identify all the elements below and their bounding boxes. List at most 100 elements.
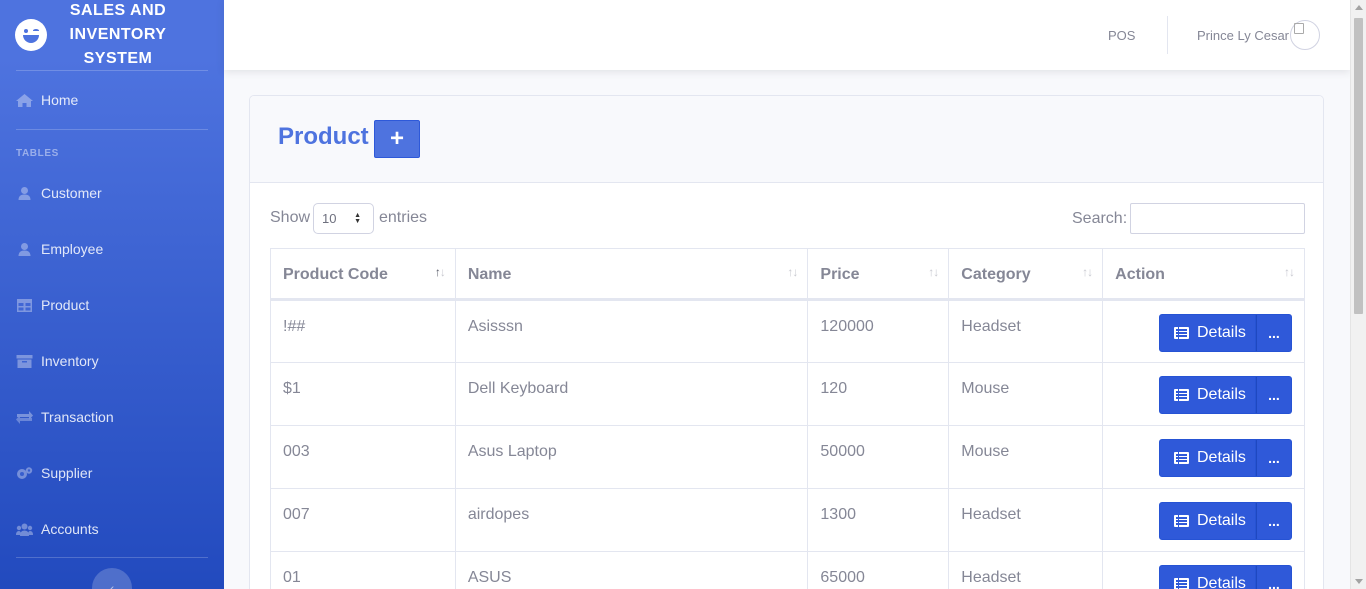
cell-price: 120000 [807,299,950,363]
cell-price: 65000 [807,551,950,589]
sidebar-item-product[interactable]: Product [0,277,224,333]
sidebar-item-supplier[interactable]: Supplier [0,445,224,501]
search-input[interactable] [1130,203,1305,234]
sort-icon: ↑↓ [787,265,798,279]
user-icon [18,242,31,256]
sidebar-toggle-button[interactable]: ‹ [92,568,132,589]
column-header-name[interactable]: Name ↑↓ [454,248,809,301]
action-button-group: Details ... [1159,376,1292,414]
sidebar-item-label: Accounts [41,521,99,537]
sidebar-item-inventory[interactable]: Inventory [0,333,224,389]
search-label: Search: [1072,210,1128,227]
cell-action: Details ... [1102,299,1305,363]
home-icon [16,93,33,107]
sidebar-item-accounts[interactable]: Accounts [0,501,224,557]
user-icon [18,186,31,200]
sort-icon: ↑↓ [928,265,939,279]
cell-price: 1300 [807,488,950,552]
details-button[interactable]: Details [1159,314,1256,352]
cell-price: 50000 [807,425,950,489]
cell-action: Details ... [1102,362,1305,426]
table-icon [17,298,32,312]
cell-product-code: 003 [270,425,456,489]
more-options-button[interactable]: ... [1256,565,1292,589]
product-card: Product + Show 10 ▲ ▼ entries Search: Pro… [249,95,1324,589]
scrollbar[interactable] [1350,0,1366,589]
pos-link[interactable]: POS [1108,28,1135,43]
column-header-action[interactable]: Action ↑↓ [1102,248,1305,301]
sidebar-item-label: Supplier [41,465,93,481]
action-button-group: Details ... [1159,565,1292,589]
cogs-icon [17,466,33,479]
table-row: !## Asisssn 120000 Headset Details ... [270,299,1305,363]
card-header: Product + [250,96,1323,183]
table-header-row: Product Code ↑↓ Name ↑↓ Price ↑↓ Category ↑↓… [270,248,1305,301]
sidebar-item-label: Transaction [41,409,114,425]
sidebar-item-customer[interactable]: Customer [0,165,224,221]
column-header-product-code[interactable]: Product Code ↑↓ [270,248,456,301]
avatar[interactable] [1290,20,1320,50]
sidebar: SALES AND INVENTORY SYSTEM Home TABLES C… [0,0,224,589]
table-row: 007 airdopes 1300 Headset Details ... [270,488,1305,552]
page-length-select[interactable]: 10 ▲ ▼ [313,203,374,234]
chevron-left-icon: ‹ [109,580,115,589]
details-button[interactable]: Details [1159,439,1256,477]
details-button[interactable]: Details [1159,502,1256,540]
sidebar-heading: TABLES [16,148,59,159]
cell-product-code: $1 [270,362,456,426]
select-caret-icon: ▲ ▼ [354,212,361,225]
list-alt-icon [1174,452,1189,464]
sidebar-item-label: Inventory [41,353,99,369]
sidebar-item-label: Product [41,297,90,313]
more-options-button[interactable]: ... [1256,439,1292,477]
list-alt-icon [1174,515,1189,527]
page-length-value: 10 [322,211,337,226]
cell-price: 120 [807,362,950,426]
column-header-category[interactable]: Category ↑↓ [948,248,1104,301]
cell-name: Asisssn [454,299,809,363]
sidebar-item-transaction[interactable]: Transaction [0,389,224,445]
cell-product-code: 007 [270,488,456,552]
list-alt-icon [1174,327,1189,339]
sidebar-divider [16,557,208,558]
page-title: Product [278,123,369,150]
cell-name: ASUS [454,551,809,589]
brand[interactable]: SALES AND INVENTORY SYSTEM [0,0,224,70]
column-header-price[interactable]: Price ↑↓ [807,248,950,301]
more-options-button[interactable]: ... [1256,314,1292,352]
list-alt-icon [1174,578,1189,589]
cell-name: Asus Laptop [454,425,809,489]
table-row: 01 ASUS 65000 Headset Details ... [270,551,1305,589]
archive-icon [16,354,33,368]
more-options-button[interactable]: ... [1256,502,1292,540]
show-label: Show [270,209,311,226]
sort-icon: ↑↓ [1082,265,1093,279]
brand-title: SALES AND INVENTORY SYSTEM [69,2,167,67]
scroll-up-icon[interactable] [1355,5,1363,10]
plus-icon: + [389,125,404,152]
cell-name: Dell Keyboard [454,362,809,426]
action-button-group: Details ... [1159,502,1292,540]
user-name[interactable]: Prince Ly Cesar [1197,28,1289,43]
add-product-button[interactable]: + [374,120,420,158]
sidebar-item-home[interactable]: Home [0,71,224,129]
topbar: POS Prince Ly Cesar [224,0,1350,70]
details-button[interactable]: Details [1159,565,1256,589]
sort-asc-icon: ↑↓ [434,265,446,279]
cell-category: Mouse [948,425,1104,489]
scrollbar-thumb[interactable] [1354,18,1363,314]
sidebar-item-employee[interactable]: Employee [0,221,224,277]
cell-category: Headset [948,299,1104,363]
more-options-button[interactable]: ... [1256,376,1292,414]
laugh-wink-icon [15,19,47,51]
list-alt-icon [1174,389,1189,401]
product-table: Product Code ↑↓ Name ↑↓ Price ↑↓ Category ↑↓… [270,248,1305,589]
scroll-down-icon[interactable] [1355,579,1363,584]
table-row: 003 Asus Laptop 50000 Mouse Details ... [270,425,1305,489]
users-icon [16,523,33,536]
sort-icon: ↑↓ [1284,265,1295,279]
cell-category: Headset [948,488,1104,552]
topbar-divider [1167,16,1168,54]
details-button[interactable]: Details [1159,376,1256,414]
cell-category: Mouse [948,362,1104,426]
